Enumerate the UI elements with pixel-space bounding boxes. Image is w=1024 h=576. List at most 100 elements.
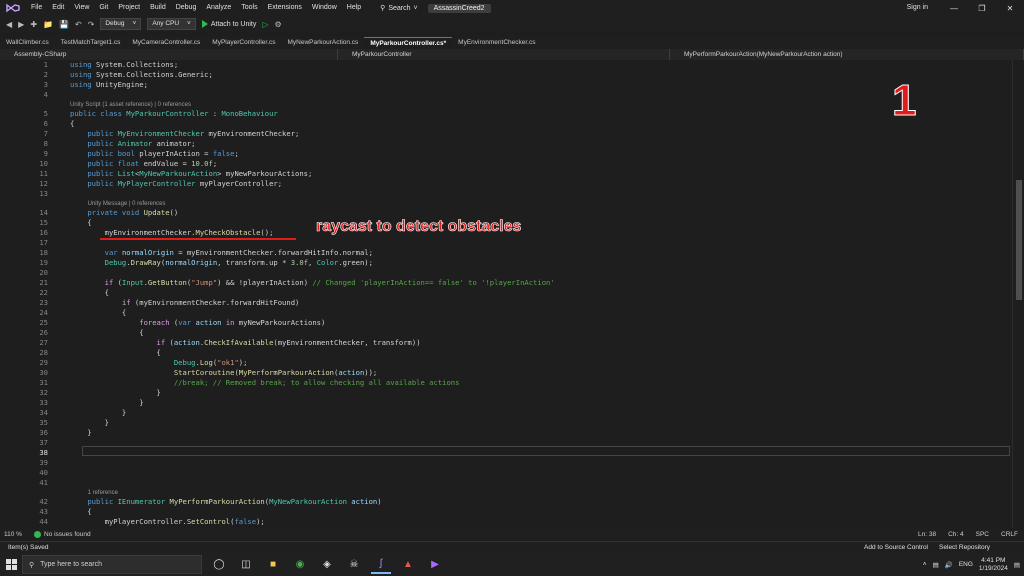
code-text[interactable]: public MyPlayerController myPlayerContro… [70, 179, 282, 189]
whitespace-mode[interactable]: SPC [976, 531, 989, 538]
code-text[interactable]: public bool playerInAction = false; [70, 149, 238, 159]
code-text[interactable]: { [70, 308, 126, 318]
tab-myplayercontroller[interactable]: MyPlayerController.cs [206, 37, 281, 48]
tab-myenvironmentchecker[interactable]: MyEnvironmentChecker.cs [452, 37, 541, 48]
start-without-debugging-icon[interactable]: ▷ [262, 20, 268, 29]
code-text[interactable]: using UnityEngine; [70, 80, 148, 90]
code-text[interactable]: myPlayerController.SetControl(false); [70, 517, 265, 527]
start-button[interactable] [0, 553, 22, 576]
unity-icon[interactable]: ◈ [317, 555, 337, 574]
code-text[interactable]: } [70, 408, 126, 418]
platform-select[interactable]: Any CPU ˅ [147, 18, 196, 30]
notification-icon[interactable]: ▤ [1014, 561, 1020, 569]
open-folder-icon[interactable]: 📁 [43, 20, 53, 29]
code-text[interactable]: StartCoroutine(MyPerformParkourAction(ac… [70, 368, 377, 378]
code-text[interactable]: Debug.DrawRay(normalOrigin, transform.up… [70, 258, 373, 268]
tab-wallclimber[interactable]: WallClimber.cs [0, 37, 55, 48]
video-editor-icon[interactable]: ▶ [425, 555, 445, 574]
configuration-select[interactable]: Debug ˅ [100, 18, 142, 30]
code-text[interactable]: { [70, 119, 74, 129]
task-view-icon[interactable]: ◫ [236, 555, 256, 574]
taskbar-search-input[interactable]: ⚲ Type here to search [22, 555, 202, 574]
tab-mynewparkouraction[interactable]: MyNewParkourAction.cs [282, 37, 365, 48]
volume-icon[interactable]: 🔊 [945, 561, 953, 569]
file-explorer-icon[interactable]: ■ [263, 555, 283, 574]
signin-link[interactable]: Sign in [907, 4, 928, 11]
code-text[interactable]: public class MyParkourController : MonoB… [70, 109, 278, 119]
menu-tools[interactable]: Tools [236, 0, 262, 16]
code-text[interactable]: Debug.Log("ok1"); [70, 358, 248, 368]
menu-build[interactable]: Build [145, 0, 171, 16]
select-repository-button[interactable]: Select Repository [939, 544, 990, 551]
code-text[interactable]: public Animator animator; [70, 139, 195, 149]
menu-file[interactable]: File [26, 0, 47, 16]
visual-studio-icon[interactable]: ∫ [371, 555, 391, 574]
zoom-level[interactable]: 110 % [0, 531, 34, 538]
clock[interactable]: 4:41 PM 1/19/2024 [979, 557, 1008, 573]
hot-reload-icon[interactable]: ⚙ [275, 20, 282, 29]
menu-git[interactable]: Git [94, 0, 113, 16]
code-text[interactable]: private void Update() [70, 208, 178, 218]
code-text[interactable]: public List<MyNewParkourAction> myNewPar… [70, 169, 312, 179]
code-text[interactable]: using System.Collections; [70, 60, 178, 70]
chevron-up-icon[interactable]: ˄ [923, 561, 927, 568]
project-dropdown[interactable]: Assembly-CSharp [0, 49, 338, 60]
line-ending[interactable]: CRLF [1001, 531, 1018, 538]
class-dropdown[interactable]: MyParkourController [338, 49, 670, 60]
search-button[interactable]: ⚲ Search ˅ [374, 4, 423, 13]
chrome-icon[interactable]: ◉ [290, 555, 310, 574]
code-text[interactable]: if (myEnvironmentChecker.forwardHitFound… [70, 298, 299, 308]
code-text[interactable]: if (action.CheckIfAvailable(myEnvironmen… [70, 338, 421, 348]
vertical-scrollbar[interactable] [1012, 60, 1024, 528]
code-editor[interactable]: 1 using System.Collections; 2 using System.… [0, 60, 1012, 528]
code-text[interactable]: //break; // Removed break; to allow chec… [70, 378, 460, 388]
photo-app-icon[interactable]: ▲ [398, 555, 418, 574]
menu-help[interactable]: Help [342, 0, 366, 16]
menu-analyze[interactable]: Analyze [201, 0, 236, 16]
code-text[interactable]: { [70, 288, 109, 298]
cortana-icon[interactable]: ◯ [209, 555, 229, 574]
attach-to-unity-button[interactable]: Attach to Unity [201, 20, 256, 28]
minimize-button[interactable]: — [940, 0, 968, 16]
menu-window[interactable]: Window [307, 0, 342, 16]
new-file-icon[interactable]: ✚ [30, 20, 37, 29]
issues-indicator[interactable]: No issues found [34, 531, 91, 538]
code-text[interactable]: } [70, 428, 91, 438]
restore-button[interactable]: ❐ [968, 0, 996, 16]
code-text[interactable]: { [70, 507, 91, 517]
code-text[interactable]: public MyEnvironmentChecker myEnvironmen… [70, 129, 299, 139]
code-text[interactable]: { [70, 348, 161, 358]
code-text[interactable]: var normalOrigin = myEnvironmentChecker.… [70, 248, 373, 258]
tab-myparkourcontroller[interactable]: MyParkourController.cs* [364, 37, 453, 48]
nav-back-icon[interactable]: ◀ [6, 20, 12, 29]
code-text[interactable]: public IEnumerator MyPerformParkourActio… [70, 497, 381, 507]
language-indicator[interactable]: ENG [959, 561, 973, 568]
code-text[interactable]: myEnvironmentChecker.MyCheckObstacle(); [70, 228, 274, 238]
member-dropdown[interactable]: MyPerformParkourAction(MyNewParkourActio… [670, 49, 1024, 60]
code-text[interactable]: foreach (var action in myNewParkourActio… [70, 318, 325, 328]
app-icon[interactable]: ☠ [344, 555, 364, 574]
add-to-source-control-button[interactable]: Add to Source Control [864, 544, 928, 551]
code-text[interactable]: { [70, 218, 91, 228]
code-text[interactable]: public float endValue = 10.0f; [70, 159, 217, 169]
code-text[interactable]: { [70, 328, 143, 338]
menu-debug[interactable]: Debug [171, 0, 202, 16]
menu-extensions[interactable]: Extensions [263, 0, 307, 16]
redo-icon[interactable]: ↷ [88, 20, 95, 29]
save-icon[interactable]: 💾 [59, 20, 69, 29]
menu-edit[interactable]: Edit [47, 0, 69, 16]
tab-testmatchtarget1[interactable]: TestMatchTarget1.cs [55, 37, 127, 48]
code-text[interactable]: } [70, 398, 143, 408]
scrollbar-thumb[interactable] [1016, 180, 1022, 300]
code-text[interactable]: if (Input.GetButton("Jump") && !playerIn… [70, 278, 555, 288]
network-icon[interactable]: ▤ [933, 561, 939, 569]
code-text[interactable]: } [70, 388, 161, 398]
code-text[interactable]: playerInAction = true; [70, 527, 200, 528]
menu-project[interactable]: Project [113, 0, 145, 16]
tab-mycameracontroller[interactable]: MyCameraController.cs [126, 37, 206, 48]
code-text[interactable]: using System.Collections.Generic; [70, 70, 213, 80]
menu-view[interactable]: View [69, 0, 94, 16]
undo-icon[interactable]: ↶ [75, 20, 82, 29]
nav-forward-icon[interactable]: ▶ [18, 20, 24, 29]
close-button[interactable]: ✕ [996, 0, 1024, 16]
